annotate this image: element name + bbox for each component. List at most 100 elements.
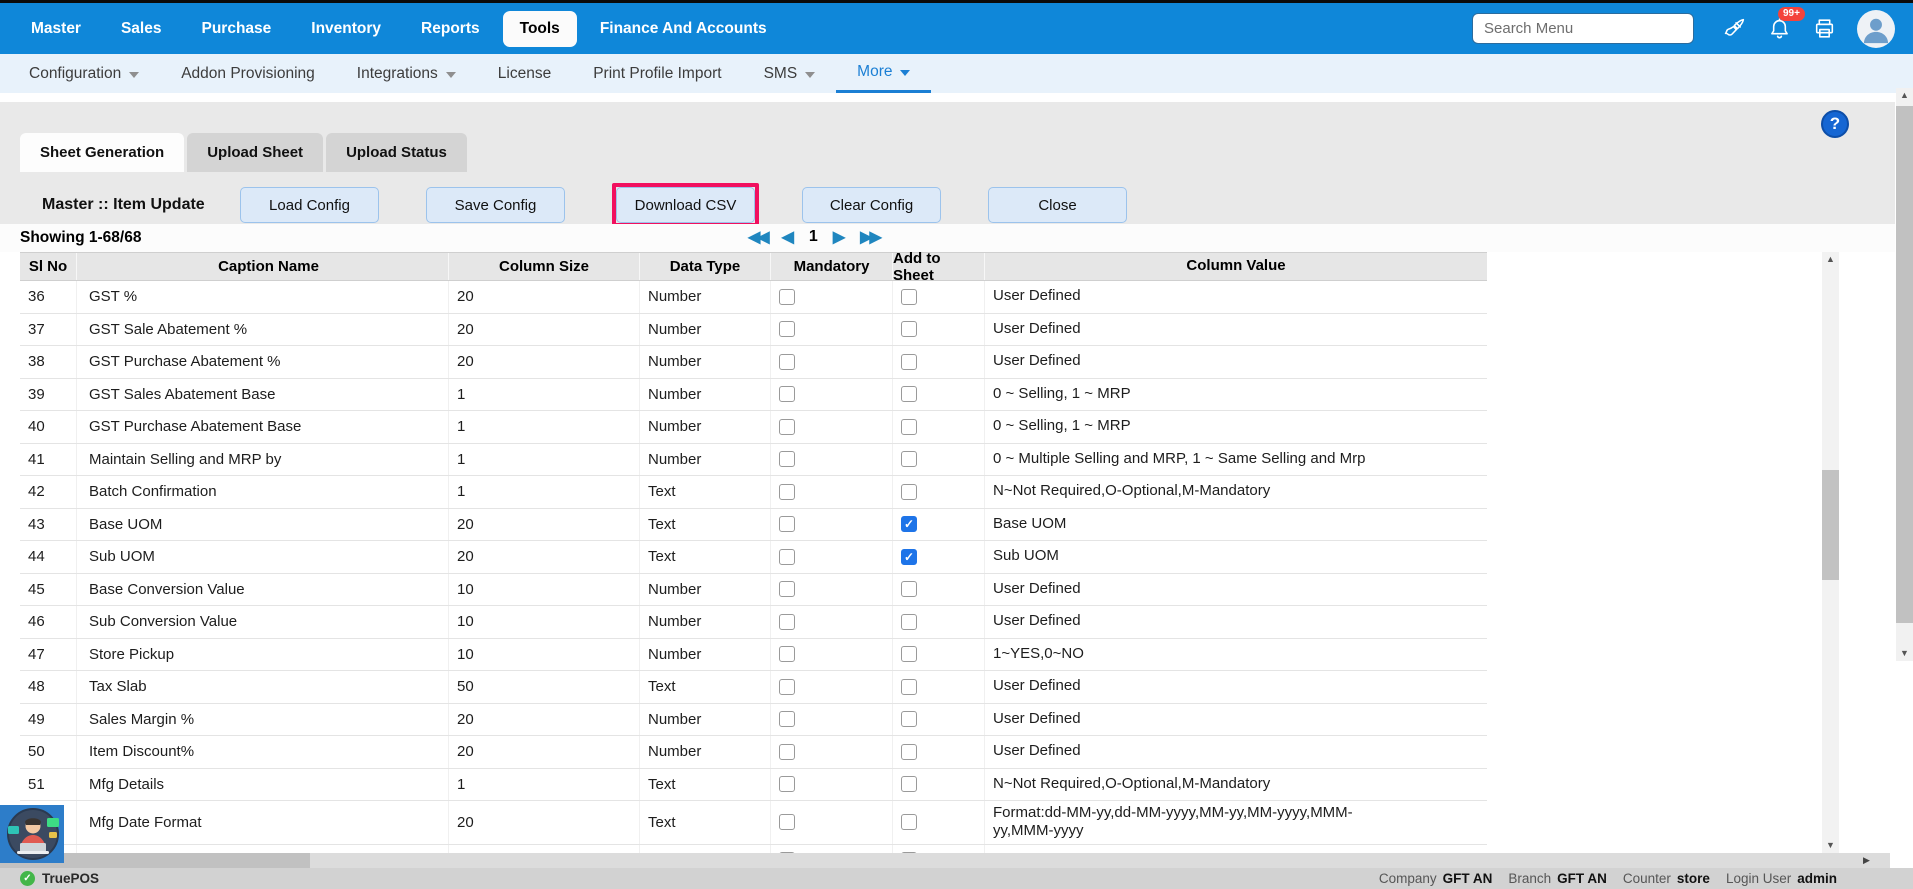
search-input[interactable] xyxy=(1472,13,1694,44)
page-vertical-scrollbar[interactable]: ▲ ▼ xyxy=(1896,88,1913,661)
cell-column-value: N~Not Required,O-Optional,M-Mandatory xyxy=(985,476,1487,508)
add-to-sheet-checkbox[interactable] xyxy=(901,354,917,370)
add-to-sheet-checkbox[interactable] xyxy=(901,646,917,662)
table-row: 38 GST Purchase Abatement % 20 Number Us… xyxy=(20,346,1487,379)
app-brand-label: TruePOS xyxy=(42,871,99,886)
table-scrollbar-thumb[interactable] xyxy=(1822,470,1839,580)
table-row: 46 Sub Conversion Value 10 Number User D… xyxy=(20,606,1487,639)
page-scroll-up-icon[interactable]: ▲ xyxy=(1896,88,1913,103)
cell-column-size: 20 xyxy=(449,736,640,768)
cell-column-size: 20 xyxy=(449,346,640,378)
cell-add-to-sheet xyxy=(893,671,985,703)
tab-upload-status[interactable]: Upload Status xyxy=(326,133,467,172)
add-to-sheet-checkbox[interactable] xyxy=(901,711,917,727)
mandatory-checkbox[interactable] xyxy=(779,386,795,402)
next-page-icon[interactable]: ▶ xyxy=(833,227,845,247)
table-row: 52 Mfg Date Format 20 Text Format:dd-MM-… xyxy=(20,801,1487,845)
add-to-sheet-checkbox[interactable] xyxy=(901,516,917,532)
mandatory-checkbox[interactable] xyxy=(779,451,795,467)
print-icon[interactable] xyxy=(1812,16,1838,42)
table-vertical-scrollbar[interactable]: ▲ ▼ xyxy=(1822,252,1839,853)
cell-mandatory xyxy=(771,574,893,606)
add-to-sheet-checkbox[interactable] xyxy=(901,776,917,792)
last-page-icon[interactable]: ▶▶ xyxy=(860,227,879,247)
subnav-item-configuration[interactable]: Configuration xyxy=(8,54,160,93)
page-scrollbar-thumb[interactable] xyxy=(1896,106,1913,623)
application-window: MasterSalesPurchaseInventoryReportsTools… xyxy=(0,0,1913,889)
support-chat-widget[interactable] xyxy=(0,805,64,863)
add-to-sheet-checkbox[interactable] xyxy=(901,549,917,565)
cell-sl-no: 46 xyxy=(20,606,77,638)
topnav-item-reports[interactable]: Reports xyxy=(404,11,497,47)
cell-add-to-sheet xyxy=(893,639,985,671)
load-config-button[interactable]: Load Config xyxy=(240,187,379,223)
subnav-item-label: Addon Provisioning xyxy=(181,65,315,83)
close-button[interactable]: Close xyxy=(988,187,1127,223)
add-to-sheet-checkbox[interactable] xyxy=(901,451,917,467)
subnav-item-integrations[interactable]: Integrations xyxy=(336,54,477,93)
add-to-sheet-checkbox[interactable] xyxy=(901,289,917,305)
mandatory-checkbox[interactable] xyxy=(779,614,795,630)
theme-brush-icon[interactable] xyxy=(1722,16,1748,42)
download-csv-button[interactable]: Download CSV xyxy=(616,187,755,223)
subnav-item-addon-provisioning[interactable]: Addon Provisioning xyxy=(160,54,336,93)
help-icon[interactable]: ? xyxy=(1821,110,1849,138)
cell-add-to-sheet xyxy=(893,444,985,476)
add-to-sheet-checkbox[interactable] xyxy=(901,484,917,500)
add-to-sheet-checkbox[interactable] xyxy=(901,386,917,402)
mandatory-checkbox[interactable] xyxy=(779,581,795,597)
add-to-sheet-checkbox[interactable] xyxy=(901,679,917,695)
topnav-item-master[interactable]: Master xyxy=(14,11,98,47)
topnav-item-purchase[interactable]: Purchase xyxy=(184,11,288,47)
cell-column-size: 20 xyxy=(449,509,640,541)
subnav-item-license[interactable]: License xyxy=(477,54,572,93)
mandatory-checkbox[interactable] xyxy=(779,776,795,792)
topnav-item-tools[interactable]: Tools xyxy=(503,11,577,47)
mandatory-checkbox[interactable] xyxy=(779,711,795,727)
mandatory-checkbox[interactable] xyxy=(779,321,795,337)
subnav-item-more[interactable]: More xyxy=(836,54,931,93)
previous-page-icon[interactable]: ◀ xyxy=(782,227,794,247)
mandatory-checkbox[interactable] xyxy=(779,484,795,500)
button-wrap: Clear Config xyxy=(802,187,941,223)
add-to-sheet-checkbox[interactable] xyxy=(901,321,917,337)
topnav-item-inventory[interactable]: Inventory xyxy=(294,11,398,47)
cell-caption-name: Sub Conversion Value xyxy=(77,606,449,638)
mandatory-checkbox[interactable] xyxy=(779,679,795,695)
showing-count-label: Showing 1-68/68 xyxy=(20,229,141,247)
mandatory-checkbox[interactable] xyxy=(779,516,795,532)
mandatory-checkbox[interactable] xyxy=(779,549,795,565)
topnav-item-finance-and-accounts[interactable]: Finance And Accounts xyxy=(583,11,784,47)
subnav-item-label: More xyxy=(857,63,892,81)
user-avatar[interactable] xyxy=(1857,10,1895,48)
horizontal-scrollbar[interactable]: ▶ xyxy=(0,853,1890,868)
add-to-sheet-checkbox[interactable] xyxy=(901,814,917,830)
mandatory-checkbox[interactable] xyxy=(779,289,795,305)
add-to-sheet-checkbox[interactable] xyxy=(901,614,917,630)
notifications-bell-icon[interactable]: 99+ xyxy=(1767,16,1793,42)
cell-column-value: User Defined xyxy=(985,736,1487,768)
add-to-sheet-checkbox[interactable] xyxy=(901,581,917,597)
add-to-sheet-checkbox[interactable] xyxy=(901,419,917,435)
scroll-right-icon[interactable]: ▶ xyxy=(1859,853,1874,868)
mandatory-checkbox[interactable] xyxy=(779,646,795,662)
clear-config-button[interactable]: Clear Config xyxy=(802,187,941,223)
mandatory-checkbox[interactable] xyxy=(779,814,795,830)
mandatory-checkbox[interactable] xyxy=(779,419,795,435)
mandatory-checkbox[interactable] xyxy=(779,744,795,760)
subnav-item-print-profile-import[interactable]: Print Profile Import xyxy=(572,54,742,93)
cell-mandatory xyxy=(771,704,893,736)
mandatory-checkbox[interactable] xyxy=(779,354,795,370)
pagination: ◀◀ ◀ 1 ▶ ▶▶ xyxy=(748,227,879,247)
subnav-item-sms[interactable]: SMS xyxy=(743,54,837,93)
tab-sheet-generation[interactable]: Sheet Generation xyxy=(20,133,184,172)
first-page-icon[interactable]: ◀◀ xyxy=(748,227,767,247)
topnav-item-sales[interactable]: Sales xyxy=(104,11,179,47)
save-config-button[interactable]: Save Config xyxy=(426,187,565,223)
add-to-sheet-checkbox[interactable] xyxy=(901,744,917,760)
scroll-up-icon[interactable]: ▲ xyxy=(1822,252,1839,267)
login-user-value: admin xyxy=(1797,871,1837,886)
tab-upload-sheet[interactable]: Upload Sheet xyxy=(187,133,323,172)
scroll-down-icon[interactable]: ▼ xyxy=(1822,838,1839,853)
page-scroll-down-icon[interactable]: ▼ xyxy=(1896,646,1913,661)
